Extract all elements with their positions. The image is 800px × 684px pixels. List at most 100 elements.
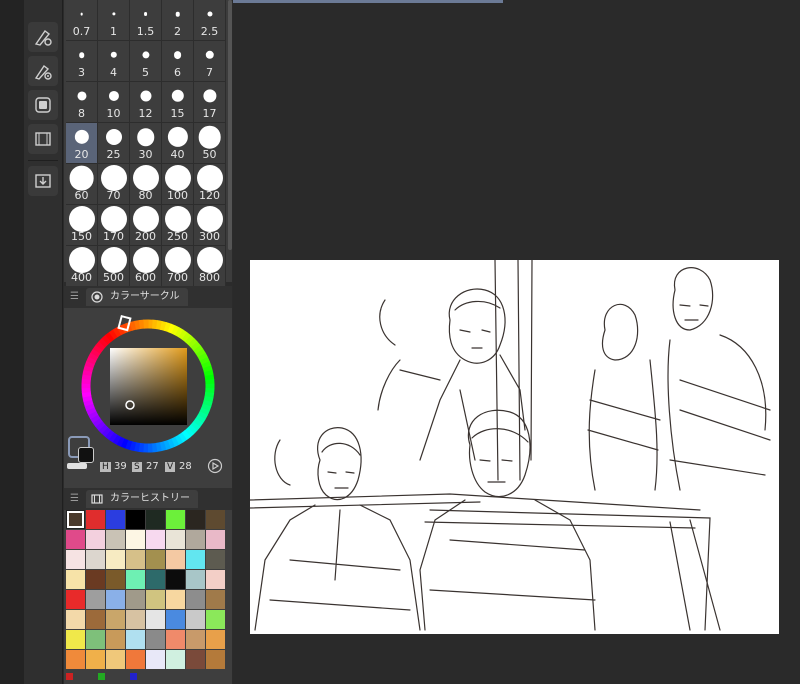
brush-size-cell[interactable]: 40 xyxy=(162,123,194,164)
color-swatch[interactable] xyxy=(126,550,145,569)
color-swatch[interactable] xyxy=(66,610,85,629)
color-swatch[interactable] xyxy=(126,510,145,529)
brush-size-cell[interactable]: 500 xyxy=(98,246,130,287)
transparent-color-toggle[interactable] xyxy=(67,463,87,469)
brush-size-cell[interactable]: 120 xyxy=(194,164,226,205)
brush-size-cell[interactable]: 200 xyxy=(130,205,162,246)
hue-segment[interactable] xyxy=(90,348,101,358)
color-swatch[interactable] xyxy=(86,550,105,569)
brush-size-cell[interactable]: 170 xyxy=(98,205,130,246)
hue-segment[interactable] xyxy=(193,345,204,355)
filmstrip-icon[interactable] xyxy=(28,124,58,154)
hue-segment[interactable] xyxy=(174,434,184,445)
color-swatch[interactable] xyxy=(206,630,225,649)
brush-size-cell[interactable]: 80 xyxy=(130,164,162,205)
menu-grip-icon[interactable]: ☰ xyxy=(70,493,79,504)
brush-size-cell[interactable]: 800 xyxy=(194,246,226,287)
color-swatch[interactable] xyxy=(206,590,225,609)
color-swatch[interactable] xyxy=(166,570,185,589)
hue-segment[interactable] xyxy=(190,421,201,431)
hue-segment[interactable] xyxy=(84,403,95,411)
hue-segment[interactable] xyxy=(199,407,210,416)
brush-size-cell[interactable]: 0.7 xyxy=(66,0,98,41)
color-swatch[interactable] xyxy=(166,510,185,529)
hue-segment[interactable] xyxy=(203,395,214,403)
drawing-canvas[interactable] xyxy=(249,259,779,634)
color-swatch[interactable] xyxy=(166,610,185,629)
hue-segment[interactable] xyxy=(171,325,180,336)
color-swatch[interactable] xyxy=(166,650,185,669)
hue-segment[interactable] xyxy=(184,335,195,346)
color-swatch[interactable] xyxy=(146,570,165,589)
brush-size-cell[interactable]: 10 xyxy=(98,82,130,123)
color-swatch[interactable] xyxy=(146,510,165,529)
color-swatch[interactable] xyxy=(86,570,105,589)
brush-size-cell[interactable]: 20 xyxy=(66,123,98,164)
hue-segment[interactable] xyxy=(138,442,145,453)
brush-size-cell[interactable]: 2 xyxy=(162,0,194,41)
color-swatch[interactable] xyxy=(186,610,205,629)
hue-segment[interactable] xyxy=(181,332,192,343)
color-swatch[interactable] xyxy=(106,650,125,669)
hue-segment[interactable] xyxy=(159,320,167,331)
color-swatch[interactable] xyxy=(186,570,205,589)
color-swatch[interactable] xyxy=(166,630,185,649)
hue-segment[interactable] xyxy=(105,331,115,342)
hue-segment[interactable] xyxy=(112,434,122,445)
hue-segment[interactable] xyxy=(101,426,112,437)
hue-segment[interactable] xyxy=(101,334,112,345)
color-swatch[interactable] xyxy=(166,530,185,549)
brush-size-cell[interactable]: 2.5 xyxy=(194,0,226,41)
brush-size-cell[interactable]: 5 xyxy=(130,41,162,82)
hue-segment[interactable] xyxy=(204,374,215,381)
hue-segment[interactable] xyxy=(83,364,94,373)
hue-segment[interactable] xyxy=(108,329,118,340)
color-swatch[interactable] xyxy=(86,510,105,529)
hue-segment[interactable] xyxy=(195,348,206,358)
hue-segment[interactable] xyxy=(201,361,212,369)
hue-segment[interactable] xyxy=(124,439,133,450)
color-swatch[interactable] xyxy=(146,590,165,609)
hue-segment[interactable] xyxy=(163,322,172,333)
hue-segment[interactable] xyxy=(195,414,206,424)
brush-size-cell[interactable]: 700 xyxy=(162,246,194,287)
color-swatch[interactable] xyxy=(166,550,185,569)
hue-segment[interactable] xyxy=(167,438,176,449)
color-swatch[interactable] xyxy=(126,650,145,669)
color-swatch[interactable] xyxy=(66,530,85,549)
color-swatch[interactable] xyxy=(146,610,165,629)
color-swatch[interactable] xyxy=(106,510,125,529)
hue-segment[interactable] xyxy=(95,420,106,431)
color-swatch[interactable] xyxy=(186,630,205,649)
color-swatch[interactable] xyxy=(126,530,145,549)
color-history-tab[interactable]: カラーヒストリー xyxy=(86,490,198,508)
color-swatch[interactable] xyxy=(206,610,225,629)
hue-segment[interactable] xyxy=(151,319,158,330)
menu-grip-icon[interactable]: ☰ xyxy=(70,291,79,302)
color-swatch[interactable] xyxy=(186,650,205,669)
brush-size-cell[interactable]: 50 xyxy=(194,123,226,164)
color-wheel[interactable] xyxy=(64,308,232,458)
color-swatch[interactable] xyxy=(106,610,125,629)
brush-size-cell[interactable]: 400 xyxy=(66,246,98,287)
color-swatch[interactable] xyxy=(106,630,125,649)
color-swatch[interactable] xyxy=(86,630,105,649)
brush-size-cell[interactable]: 1 xyxy=(98,0,130,41)
hue-segment[interactable] xyxy=(187,338,198,348)
hue-segment[interactable] xyxy=(98,337,109,348)
hue-segment[interactable] xyxy=(95,341,106,351)
color-swatch[interactable] xyxy=(66,590,85,609)
brush-size-cell[interactable]: 12 xyxy=(130,82,162,123)
brush-size-cell[interactable]: 6 xyxy=(162,41,194,82)
brush-size-cell[interactable]: 15 xyxy=(162,82,194,123)
hue-segment[interactable] xyxy=(104,429,115,440)
color-swatch[interactable] xyxy=(106,530,125,549)
brush-size-cell[interactable]: 60 xyxy=(66,164,98,205)
brush-size-cell[interactable]: 300 xyxy=(194,205,226,246)
hue-segment[interactable] xyxy=(86,356,97,365)
hue-segment[interactable] xyxy=(82,395,93,403)
color-swatch[interactable] xyxy=(206,510,225,529)
hue-segment[interactable] xyxy=(181,430,191,441)
color-swatch[interactable] xyxy=(206,650,225,669)
color-swatch[interactable] xyxy=(86,650,105,669)
